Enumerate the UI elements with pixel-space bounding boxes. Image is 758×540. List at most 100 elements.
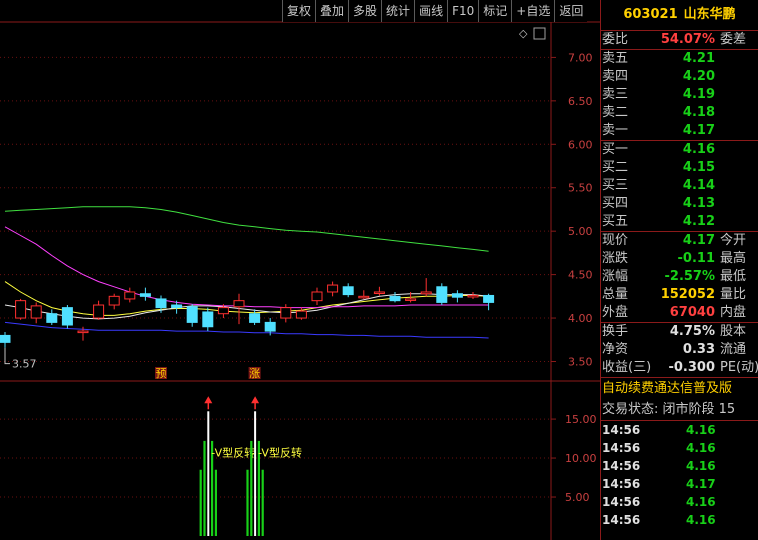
bid-row-value: 4.13 [682, 196, 715, 211]
candle [124, 287, 136, 303]
bid-row-label: 买一 [602, 142, 629, 157]
ask-row: 卖二 4.18 [601, 104, 758, 122]
finance-stats: 换手 4.75% 股本 净资 0.33 流通 收益(三) -0.300 PE(动) [601, 323, 758, 377]
toolbar-button-2[interactable]: 多股 [348, 0, 382, 22]
ask-row-value: 4.20 [682, 69, 715, 84]
diamond-icon[interactable]: ◇ [519, 27, 528, 40]
candle-body [171, 304, 183, 309]
toolbar-button-0[interactable]: 复权 [282, 0, 316, 22]
announcement[interactable]: 自动续费通达信普及版 [601, 378, 758, 400]
window-toggle-icon[interactable] [533, 27, 546, 40]
toolbar-button-7[interactable]: +自选 [511, 0, 555, 22]
tick-trades-list[interactable]: 14:56 4.16 14:56 4.16 14:56 4.16 14:56 4.17 14:5… [601, 421, 758, 529]
trade-time: 14:56 [602, 441, 641, 455]
candle [108, 293, 120, 310]
candle [436, 283, 448, 306]
trade-price: 4.16 [686, 441, 716, 455]
candle-body [93, 304, 105, 319]
stat-row: 涨跌 -0.11 最高 [601, 250, 758, 268]
candle-body [483, 294, 495, 303]
trade-time: 14:56 [602, 495, 641, 509]
indicator-tick-label: 5.00 [565, 491, 590, 504]
signal-bar [246, 469, 249, 536]
candle-body [15, 300, 27, 319]
candle-body [61, 307, 73, 326]
candle-body [139, 293, 151, 297]
stat-row-value: -0.11 [677, 251, 715, 266]
signal-bar [214, 469, 217, 536]
finance-row: 净资 0.33 流通 [601, 341, 758, 359]
candle-body [420, 291, 432, 295]
toolbar-button-6[interactable]: 标记 [478, 0, 512, 22]
weicha-label: 委差 [720, 32, 747, 47]
ask-row: 卖四 4.20 [601, 68, 758, 86]
candle-body [202, 311, 214, 328]
candle [139, 287, 151, 301]
candle-body [405, 298, 417, 301]
price-tick-label: 7.00 [568, 51, 593, 64]
bid-row: 买三 4.14 [601, 177, 758, 195]
candle-body [124, 291, 136, 300]
candle [327, 281, 339, 297]
bid-row-value: 4.12 [682, 214, 715, 229]
candle [420, 278, 432, 297]
bid-row-value: 4.14 [682, 178, 715, 193]
toolbar-button-3[interactable]: 统计 [381, 0, 415, 22]
badge-label: 涨 [249, 367, 260, 380]
candle [342, 283, 354, 298]
price-tick-label: 6.00 [568, 138, 593, 151]
toolbar-button-4[interactable]: 画线 [414, 0, 448, 22]
ask-row-label: 卖三 [602, 87, 629, 102]
ask-row-value: 4.17 [682, 123, 715, 138]
finance-row: 换手 4.75% 股本 [601, 323, 758, 341]
candle [249, 309, 261, 326]
toolbar-button-8[interactable]: 返回 [554, 0, 588, 22]
arrow-head [204, 396, 213, 404]
candle [389, 291, 401, 303]
stat-row-value: 152052 [660, 287, 715, 302]
ask-row-value: 4.19 [682, 87, 715, 102]
finance-row-value: 0.33 [682, 342, 715, 357]
finance-row-extra: 股本 [720, 324, 747, 339]
indicator-axis-labels: 5.00 10.00 15.00 [565, 413, 597, 504]
stat-row-label: 现价 [602, 233, 629, 248]
trade-row: 14:56 4.16 [601, 511, 758, 529]
kline-chart-area[interactable]: ◇ 3.504.004.505.005.506.006.507.00 3.57 … [0, 0, 600, 540]
low-price-label: 3.57 [12, 358, 37, 371]
candle [61, 305, 73, 329]
candle-body [249, 313, 261, 323]
signal-label: -V型反转 [211, 445, 255, 459]
finance-row-label: 收益(三) [602, 360, 652, 375]
signal-bar [199, 469, 202, 536]
badge-label: 预 [156, 367, 167, 380]
ask-row-label: 卖二 [602, 105, 629, 120]
finance-row-extra: PE(动) [720, 360, 758, 375]
stock-code: 603021 [623, 7, 678, 22]
trade-row: 14:56 4.16 [601, 457, 758, 475]
stat-row: 现价 4.17 今开 [601, 232, 758, 250]
trade-time: 14:56 [602, 423, 641, 437]
price-stats: 现价 4.17 今开 涨跌 -0.11 最高 涨幅 -2.57% 最低 总量 152052 量比 外盘 6… [601, 232, 758, 322]
bid-row-value: 4.16 [682, 142, 715, 157]
event-badges: 预涨 [155, 367, 261, 380]
candle-body [451, 293, 463, 298]
candle-body [233, 300, 245, 308]
candle [311, 287, 323, 306]
stat-row-extra: 内盘 [720, 305, 747, 320]
candle-body [342, 286, 354, 296]
toolbar-button-5[interactable]: F10 [447, 0, 479, 22]
candle-body [264, 321, 276, 332]
ma-line-2 [4, 226, 489, 309]
stat-row-label: 涨幅 [602, 269, 629, 284]
stat-row-extra: 最低 [720, 269, 747, 284]
weibi-label: 委比 [602, 32, 629, 47]
signal-bar [207, 411, 210, 536]
candle [483, 293, 495, 311]
toolbar-button-1[interactable]: 叠加 [315, 0, 349, 22]
event-badge[interactable]: 涨 [248, 367, 261, 380]
candle-body [186, 306, 198, 323]
ask-row: 卖一 4.17 [601, 122, 758, 140]
stock-title: 603021 山东华鹏 [601, 0, 758, 31]
event-badge[interactable]: 预 [155, 367, 167, 380]
bid-levels: 买一 4.16 买二 4.15 买三 4.14 买四 4.13 买五 4.12 [601, 141, 758, 231]
